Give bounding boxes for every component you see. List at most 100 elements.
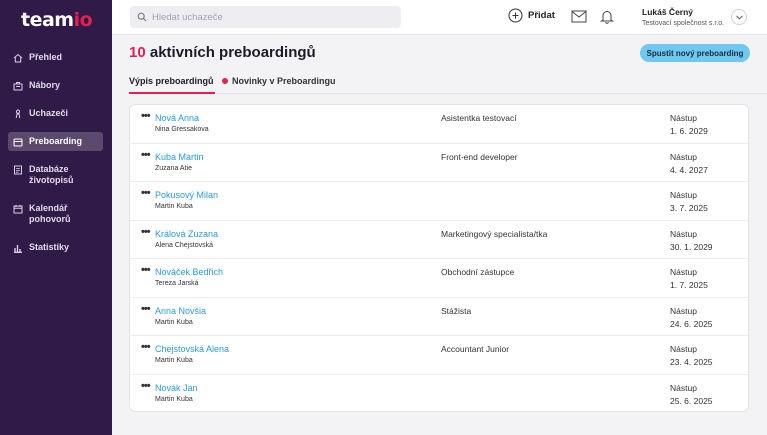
- more-options-icon[interactable]: •••: [141, 380, 151, 391]
- search-input[interactable]: [152, 6, 392, 28]
- teamio-logo[interactable]: teamio: [21, 9, 93, 31]
- page-title: 10 aktivních preboardingů: [129, 44, 316, 61]
- plus-circle-icon: [508, 8, 523, 23]
- sidebar-item-label: Preboarding: [29, 136, 83, 146]
- search-box: [130, 6, 401, 28]
- sidebar-item-label: Databáze životopisů: [29, 164, 74, 185]
- candidate-name-link[interactable]: Novák Jan: [155, 383, 198, 393]
- start-label: Nástup: [670, 113, 697, 123]
- list-item: ••• Nováček Bedřich Tereza Jarská Obchod…: [130, 259, 748, 298]
- folder-icon: [13, 138, 23, 147]
- position-title: Accountant Junior: [441, 344, 510, 354]
- sidebar-item-label: Kalendář pohovorů: [29, 203, 71, 224]
- position-title: Marketingový specialista/tka: [441, 228, 548, 239]
- start-label: Nástup: [670, 305, 697, 316]
- briefcase-icon: [13, 82, 23, 91]
- position-title: Asistentka testovací: [441, 113, 517, 123]
- more-options-icon[interactable]: •••: [141, 188, 151, 199]
- sidebar-item-label: Přehled: [29, 52, 63, 62]
- responsible-person: Zuzana Atie: [155, 164, 192, 172]
- top-bar: Přidat Lukáš Černý Testovací společnost …: [112, 0, 767, 35]
- user-menu-button[interactable]: [731, 9, 747, 25]
- more-options-icon[interactable]: •••: [141, 226, 151, 237]
- responsible-person: Martin Kuba: [155, 203, 193, 210]
- start-label: Nástup: [670, 382, 697, 393]
- preboarding-list: ••• Nová Anna Nina Gressakova Asistentka…: [129, 104, 749, 412]
- candidate-name-link[interactable]: Nová Anna: [155, 113, 199, 123]
- list-item: ••• Chejstovská Alena Martin Kuba Accoun…: [130, 336, 748, 375]
- candidate-name-link[interactable]: Nováček Bedřich: [155, 267, 223, 277]
- more-options-icon[interactable]: •••: [141, 265, 151, 276]
- responsible-person: Nina Gressakova: [155, 126, 209, 133]
- more-options-icon[interactable]: •••: [141, 303, 151, 314]
- start-label: Nástup: [670, 344, 697, 354]
- add-button[interactable]: Přidat: [508, 8, 555, 23]
- chevron-down-icon: [736, 15, 743, 20]
- tab-vypis-preboardingu[interactable]: Výpis preboardingů: [129, 76, 215, 94]
- tab-novinky-v-preboardingu[interactable]: Novinky v Preboardingu: [222, 76, 336, 94]
- start-label: Nástup: [670, 151, 697, 162]
- more-options-icon[interactable]: •••: [141, 111, 151, 122]
- responsible-person: Martin Kuba: [155, 318, 193, 326]
- candidate-name-link[interactable]: Králová Zuzana: [155, 229, 218, 239]
- start-date: 1. 7. 2025: [670, 280, 708, 290]
- sidebar-item-databaze-zivotopisu[interactable]: Databáze životopisů: [8, 160, 103, 190]
- sidebar-nav: Přehled Nábory Uchazeči Preboarding Data…: [8, 48, 103, 266]
- start-label: Nástup: [670, 267, 697, 277]
- list-item: ••• Anna Novšia Martin Kuba Stážista Nás…: [130, 298, 748, 336]
- start-date: 24. 6. 2025: [670, 318, 713, 329]
- start-date: 1. 6. 2029: [670, 126, 708, 136]
- responsible-person: Alena Chejstovská: [155, 241, 213, 249]
- responsible-person: Tereza Jarská: [155, 280, 199, 287]
- user-company: Testovací společnost s.r.o.: [642, 20, 725, 27]
- mail-icon[interactable]: [571, 10, 587, 23]
- person-icon: [15, 109, 21, 119]
- responsible-person: Martin Kuba: [155, 357, 193, 364]
- active-count: 10: [129, 44, 146, 61]
- list-item: ••• Nová Anna Nina Gressakova Asistentka…: [130, 105, 748, 144]
- list-item: ••• Králová Zuzana Alena Chejstovská Mar…: [130, 221, 748, 259]
- candidate-name-link[interactable]: Pokusový Milan: [155, 190, 218, 200]
- sidebar-item-label: Statistiky: [29, 242, 70, 252]
- position-title: Front-end developer: [441, 151, 518, 162]
- list-item: ••• Kuba Martin Zuzana Atie Front-end de…: [130, 144, 748, 182]
- position-title: Obchodní zástupce: [441, 267, 515, 277]
- list-item: ••• Novák Jan Martin Kuba Nástup 25. 6. …: [130, 375, 748, 412]
- start-date: 25. 6. 2025: [670, 395, 713, 406]
- calendar-icon: [13, 205, 23, 214]
- candidate-name-link[interactable]: Chejstovská Alena: [155, 344, 229, 354]
- sidebar-item-kalendar-pohovoru[interactable]: Kalendář pohovorů: [8, 199, 103, 229]
- sidebar-item-label: Uchazeči: [29, 108, 69, 118]
- start-date: 30. 1. 2029: [670, 241, 713, 252]
- sidebar: teamio Přehled Nábory Uchazeči Preboardi…: [0, 0, 112, 435]
- more-options-icon[interactable]: •••: [141, 342, 151, 353]
- sidebar-item-statistiky[interactable]: Statistiky: [8, 238, 103, 257]
- sidebar-item-preboarding[interactable]: Preboarding: [8, 132, 103, 151]
- home-icon: [13, 53, 23, 63]
- start-date: 23. 4. 2025: [670, 357, 713, 367]
- responsible-person: Martin Kuba: [155, 395, 193, 403]
- start-label: Nástup: [670, 190, 697, 200]
- sidebar-item-uchazeci[interactable]: Uchazeči: [8, 104, 103, 123]
- bell-icon[interactable]: [600, 9, 614, 24]
- candidate-name-link[interactable]: Kuba Martin: [155, 152, 204, 162]
- notification-dot: [222, 78, 228, 84]
- user-name: Lukáš Černý: [642, 7, 694, 17]
- start-label: Nástup: [670, 228, 697, 239]
- tab-bar: Výpis preboardingů Novinky v Preboarding…: [129, 76, 767, 94]
- sidebar-item-prehled[interactable]: Přehled: [8, 48, 103, 67]
- bar-chart-icon: [14, 245, 22, 253]
- candidate-name-link[interactable]: Anna Novšia: [155, 306, 206, 316]
- page-title-text: aktivních preboardingů: [149, 44, 316, 61]
- user-info[interactable]: Lukáš Černý Testovací společnost s.r.o.: [642, 7, 724, 27]
- list-item: ••• Pokusový Milan Martin Kuba Nástup 3.…: [130, 182, 748, 221]
- position-title: Stážista: [441, 305, 472, 316]
- sidebar-item-nabory[interactable]: Nábory: [8, 76, 103, 95]
- tab-label: Novinky v Preboardingu: [232, 76, 336, 86]
- start-date: 4. 4. 2027: [670, 164, 708, 175]
- add-button-label: Přidat: [528, 10, 555, 21]
- start-new-preboarding-button[interactable]: Spustit nový preboarding: [640, 44, 750, 62]
- search-icon: [137, 12, 147, 22]
- sidebar-item-label: Nábory: [29, 80, 61, 90]
- more-options-icon[interactable]: •••: [141, 149, 151, 160]
